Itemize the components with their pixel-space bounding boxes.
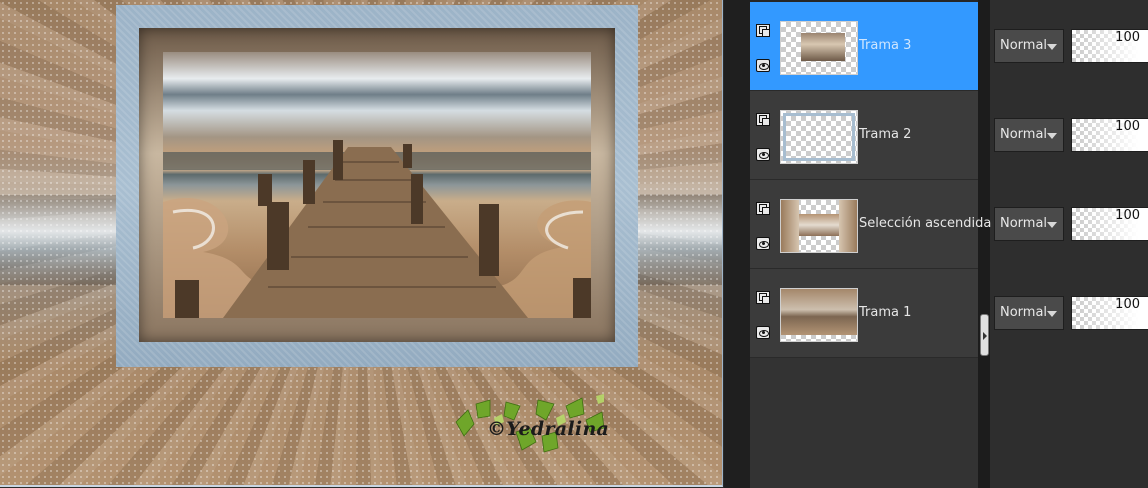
panel-divider[interactable] bbox=[978, 0, 990, 488]
layer-group-icon[interactable] bbox=[756, 24, 770, 37]
blend-mode-value: Normal bbox=[1000, 305, 1048, 320]
opacity-value: 100 bbox=[1115, 30, 1140, 45]
dropdown-arrow-icon bbox=[1047, 133, 1057, 139]
layer-row-trama-1[interactable]: Trama 1 bbox=[750, 269, 978, 358]
visibility-eye-icon[interactable] bbox=[756, 237, 770, 250]
beach-pier-photo bbox=[163, 52, 591, 318]
dropdown-arrow-icon bbox=[1047, 222, 1057, 228]
visibility-eye-icon[interactable] bbox=[756, 59, 770, 72]
blend-mode-dropdown[interactable]: Normal bbox=[994, 207, 1064, 241]
layer-thumbnail bbox=[780, 288, 858, 342]
watermark-signature: ©Yedralina bbox=[487, 418, 610, 440]
dropdown-arrow-icon bbox=[1047, 44, 1057, 50]
blend-mode-value: Normal bbox=[1000, 38, 1048, 53]
blend-mode-dropdown[interactable]: Normal bbox=[994, 29, 1064, 63]
opacity-field[interactable]: 100 bbox=[1071, 296, 1148, 330]
visibility-eye-icon[interactable] bbox=[756, 148, 770, 161]
layer-thumbnail bbox=[780, 21, 858, 75]
layer-properties-column bbox=[990, 0, 1148, 488]
opacity-value: 100 bbox=[1115, 297, 1140, 312]
dropdown-arrow-icon bbox=[1047, 311, 1057, 317]
layers-panel: Trama 3 Normal 100 Trama 2 Normal 100 Se… bbox=[724, 0, 1148, 488]
layer-group-icon[interactable] bbox=[756, 202, 770, 215]
blend-mode-dropdown[interactable]: Normal bbox=[994, 296, 1064, 330]
layer-group-icon[interactable] bbox=[756, 113, 770, 126]
layer-name: Trama 2 bbox=[859, 127, 912, 142]
panel-collapse-icon[interactable] bbox=[980, 314, 989, 356]
pier-illustration bbox=[163, 140, 591, 318]
opacity-field[interactable]: 100 bbox=[1071, 207, 1148, 241]
blend-mode-dropdown[interactable]: Normal bbox=[994, 118, 1064, 152]
layers-empty-area bbox=[750, 357, 978, 488]
visibility-eye-icon[interactable] bbox=[756, 326, 770, 339]
layer-thumbnail bbox=[780, 110, 858, 164]
layer-name: Selección ascendida bbox=[859, 216, 992, 231]
layer-row-trama-3[interactable]: Trama 3 bbox=[750, 2, 978, 91]
layer-row-seleccion-ascendida[interactable]: Selección ascendida bbox=[750, 180, 991, 269]
opacity-value: 100 bbox=[1115, 119, 1140, 134]
layer-group-icon[interactable] bbox=[756, 291, 770, 304]
panel-left-gutter bbox=[724, 0, 750, 488]
layer-row-trama-2[interactable]: Trama 2 bbox=[750, 91, 978, 180]
opacity-field[interactable]: 100 bbox=[1071, 118, 1148, 152]
opacity-field[interactable]: 100 bbox=[1071, 29, 1148, 63]
layer-name: Trama 1 bbox=[859, 305, 912, 320]
opacity-value: 100 bbox=[1115, 208, 1140, 223]
blend-mode-value: Normal bbox=[1000, 127, 1048, 142]
layer-name: Trama 3 bbox=[859, 38, 912, 53]
layer-thumbnail bbox=[780, 199, 858, 253]
blend-mode-value: Normal bbox=[1000, 216, 1048, 231]
image-canvas[interactable]: ©Yedralina bbox=[0, 0, 723, 487]
